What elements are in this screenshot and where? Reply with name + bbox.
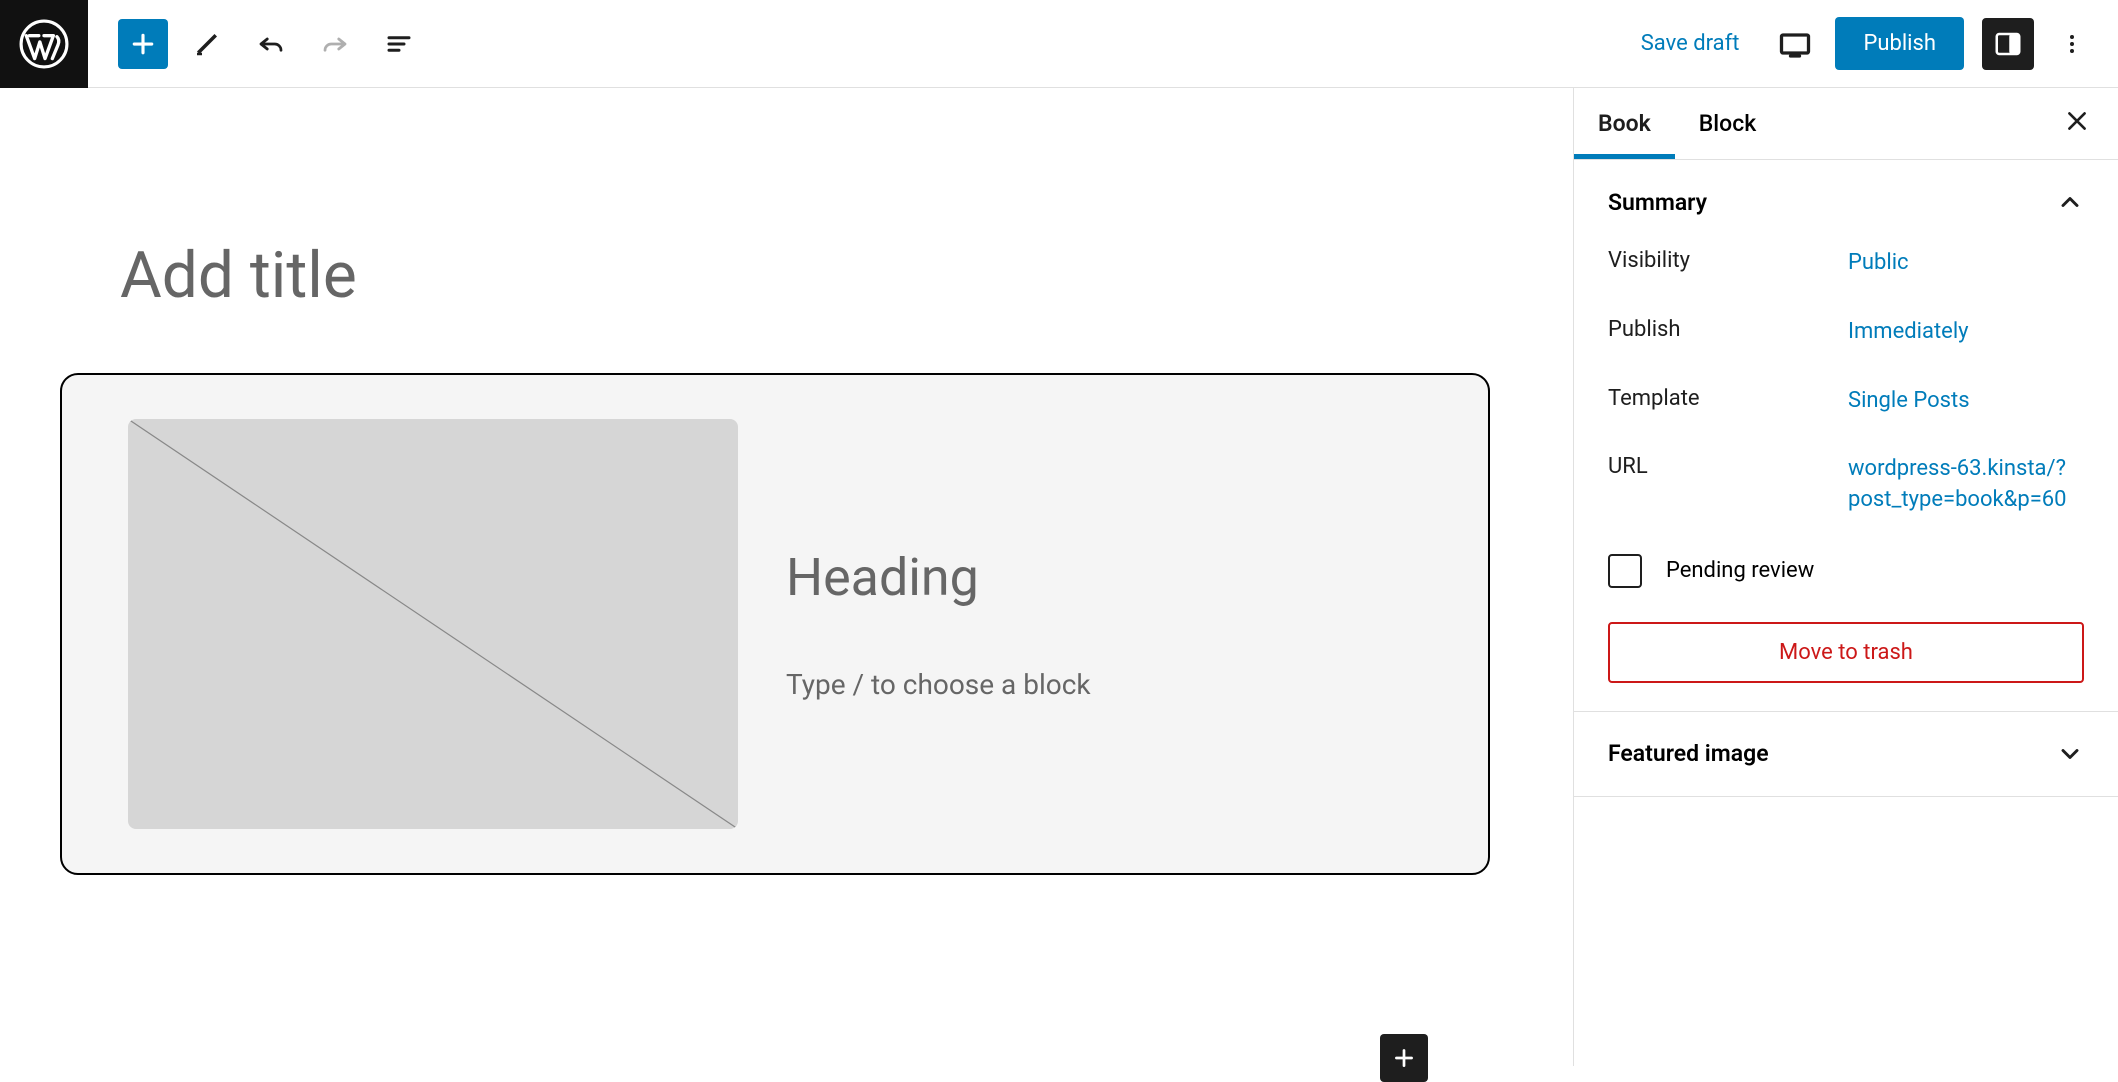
publish-label: Publish <box>1608 317 1848 348</box>
desktop-icon <box>1777 26 1813 62</box>
tools-button[interactable] <box>182 19 232 69</box>
media-placeholder[interactable] <box>128 419 738 829</box>
chevron-down-icon <box>2056 740 2084 768</box>
undo-icon <box>256 29 286 59</box>
post-title-input[interactable]: Add title <box>120 238 1513 313</box>
pending-review-row: Pending review <box>1608 554 2084 588</box>
summary-panel-toggle[interactable]: Summary <box>1608 188 2084 216</box>
heading-block[interactable]: Heading <box>786 547 1422 608</box>
publish-value[interactable]: Immediately <box>1848 317 2084 348</box>
dots-vertical-icon <box>2060 27 2084 61</box>
chevron-up-icon <box>2056 188 2084 216</box>
visibility-value[interactable]: Public <box>1848 248 2084 279</box>
wordpress-logo[interactable] <box>0 0 88 88</box>
redo-button <box>310 19 360 69</box>
close-sidebar-button[interactable] <box>2064 108 2118 139</box>
list-icon <box>384 29 414 59</box>
main-area: Add title Heading Type / to choose a blo… <box>0 88 2118 1066</box>
template-row: Template Single Posts <box>1608 386 2084 417</box>
tab-block[interactable]: Block <box>1675 88 1780 159</box>
publish-button[interactable]: Publish <box>1835 17 1964 70</box>
wordpress-icon <box>19 19 69 69</box>
preview-button[interactable] <box>1773 22 1817 66</box>
url-label: URL <box>1608 454 1848 516</box>
add-block-button[interactable] <box>1380 1034 1428 1082</box>
template-value[interactable]: Single Posts <box>1848 386 2084 417</box>
block-inserter-button[interactable] <box>118 19 168 69</box>
editor-canvas: Add title Heading Type / to choose a blo… <box>0 88 1573 1066</box>
top-toolbar: Save draft Publish <box>0 0 2118 88</box>
tab-book[interactable]: Book <box>1574 88 1675 159</box>
url-value[interactable]: wordpress-63.kinsta/?post_type=book&p=60 <box>1848 454 2084 516</box>
pending-review-label: Pending review <box>1666 558 1814 583</box>
featured-image-title: Featured image <box>1608 740 1769 767</box>
summary-title: Summary <box>1608 189 1707 216</box>
plus-icon <box>1391 1045 1417 1071</box>
paragraph-block[interactable]: Type / to choose a block <box>786 668 1422 701</box>
template-label: Template <box>1608 386 1848 417</box>
visibility-label: Visibility <box>1608 248 1848 279</box>
settings-sidebar-toggle[interactable] <box>1982 18 2034 70</box>
summary-panel: Summary Visibility Public Publish Immedi… <box>1574 160 2118 712</box>
close-icon <box>2064 108 2090 134</box>
media-text-block[interactable]: Heading Type / to choose a block <box>60 373 1490 875</box>
toolbar-left <box>88 19 424 69</box>
image-placeholder-icon <box>128 419 738 829</box>
sidebar-icon <box>1993 29 2023 59</box>
plus-icon <box>128 29 158 59</box>
featured-image-toggle[interactable]: Featured image <box>1608 740 2084 768</box>
publish-row: Publish Immediately <box>1608 317 2084 348</box>
featured-image-panel: Featured image <box>1574 712 2118 797</box>
save-draft-button[interactable]: Save draft <box>1625 21 1756 66</box>
document-overview-button[interactable] <box>374 19 424 69</box>
pencil-icon <box>192 29 222 59</box>
visibility-row: Visibility Public <box>1608 248 2084 279</box>
media-text-content: Heading Type / to choose a block <box>786 547 1422 701</box>
settings-sidebar: Book Block Summary Visibility Public Pub… <box>1573 88 2118 1066</box>
undo-button[interactable] <box>246 19 296 69</box>
sidebar-tabs: Book Block <box>1574 88 2118 160</box>
redo-icon <box>320 29 350 59</box>
toolbar-right: Save draft Publish <box>1625 17 2118 70</box>
options-button[interactable] <box>2052 18 2092 70</box>
move-to-trash-button[interactable]: Move to trash <box>1608 622 2084 683</box>
pending-review-checkbox[interactable] <box>1608 554 1642 588</box>
url-row: URL wordpress-63.kinsta/?post_type=book&… <box>1608 454 2084 516</box>
summary-body: Visibility Public Publish Immediately Te… <box>1608 216 2084 683</box>
